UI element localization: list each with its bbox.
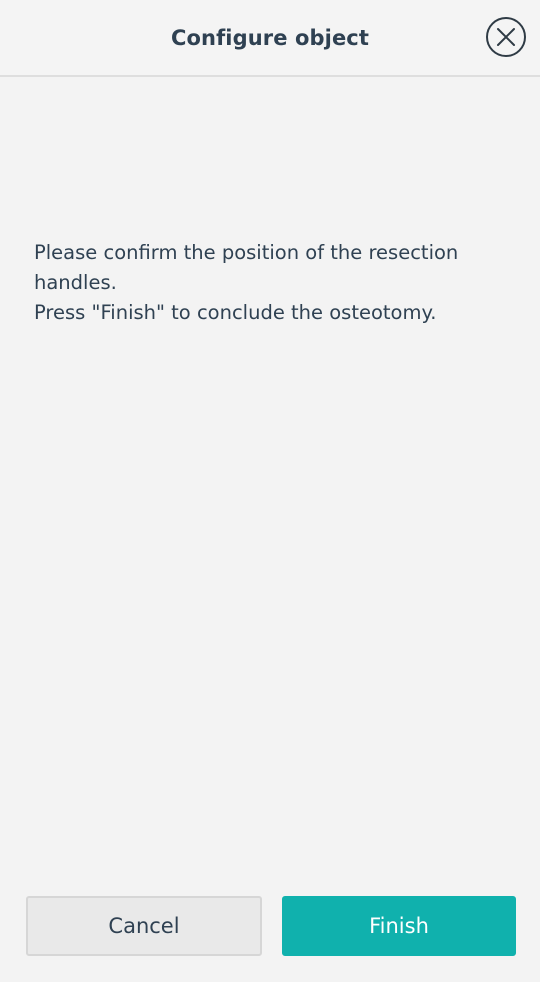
message-line: handles. — [34, 271, 117, 294]
panel-title: Configure object — [170, 26, 369, 50]
configure-object-panel: Configure object Please confirm the posi… — [0, 0, 540, 982]
message-line: Please confirm the position of the resec… — [34, 241, 459, 264]
close-icon — [497, 28, 515, 46]
close-button[interactable] — [486, 17, 526, 57]
cancel-button[interactable]: Cancel — [26, 896, 262, 956]
instruction-message: Please confirm the position of the resec… — [34, 238, 504, 328]
panel-header: Configure object — [0, 0, 540, 77]
message-line: Press "Finish" to conclude the osteotomy… — [34, 301, 437, 324]
finish-button[interactable]: Finish — [282, 896, 516, 956]
